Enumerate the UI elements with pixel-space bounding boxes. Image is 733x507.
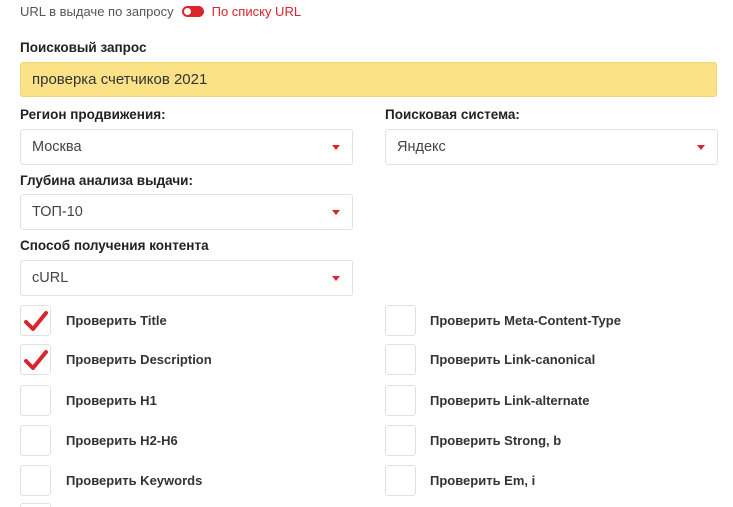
region-value: Москва <box>32 139 82 155</box>
method-heading: Способ получения контента <box>20 238 209 253</box>
search-engine-select[interactable]: Яндекс <box>385 129 718 165</box>
checkmark-icon <box>24 311 48 331</box>
check-link-alternate-checkbox[interactable] <box>385 385 416 416</box>
depth-value: ТОП-10 <box>32 204 83 220</box>
check-keywords-checkbox[interactable] <box>20 465 51 496</box>
chevron-down-icon <box>697 145 705 150</box>
check-meta-content-type-label[interactable]: Проверить Meta-Content-Type <box>430 313 621 329</box>
check-strong-label[interactable]: Проверить Strong, b <box>430 433 561 449</box>
url-by-query-label[interactable]: URL в выдаче по запросу <box>20 4 174 19</box>
check-link-canonical-label[interactable]: Проверить Link-canonical <box>430 352 595 368</box>
depth-select[interactable]: ТОП-10 <box>20 194 353 230</box>
check-h1-label[interactable]: Проверить H1 <box>66 393 157 409</box>
search-query-input[interactable]: проверка счетчиков 2021 <box>20 62 717 97</box>
region-heading: Регион продвижения: <box>20 107 166 122</box>
check-h2-h6-label[interactable]: Проверить H2-H6 <box>66 433 178 449</box>
url-mode-row: URL в выдаче по запросу По списку URL <box>20 4 301 19</box>
check-description-checkbox[interactable] <box>20 344 51 375</box>
check-strong-checkbox[interactable] <box>385 425 416 456</box>
check-description-label[interactable]: Проверить Description <box>66 352 212 368</box>
check-link-canonical-checkbox[interactable] <box>385 344 416 375</box>
url-mode-toggle[interactable] <box>181 6 204 17</box>
check-em-checkbox[interactable] <box>385 465 416 496</box>
check-h2-h6-checkbox[interactable] <box>20 425 51 456</box>
content-method-select[interactable]: cURL <box>20 260 353 296</box>
check-title-checkbox[interactable] <box>20 305 51 336</box>
check-h1-checkbox[interactable] <box>20 385 51 416</box>
method-value: cURL <box>32 270 69 286</box>
chevron-down-icon <box>332 276 340 281</box>
engine-heading: Поисковая система: <box>385 107 520 122</box>
chevron-down-icon <box>332 210 340 215</box>
check-em-label[interactable]: Проверить Em, i <box>430 473 535 489</box>
check-title-label[interactable]: Проверить Title <box>66 313 167 329</box>
check-meta-content-type-checkbox[interactable] <box>385 305 416 336</box>
query-heading: Поисковый запрос <box>20 40 147 55</box>
chevron-down-icon <box>332 145 340 150</box>
url-by-list-label[interactable]: По списку URL <box>212 4 301 19</box>
region-select[interactable]: Москва <box>20 129 353 165</box>
check-link-alternate-label[interactable]: Проверить Link-alternate <box>430 393 589 409</box>
toggle-knob <box>183 8 191 15</box>
next-checkbox-partial[interactable] <box>20 503 51 507</box>
depth-heading: Глубина анализа выдачи: <box>20 173 193 188</box>
checkmark-icon <box>24 350 48 370</box>
engine-value: Яндекс <box>397 139 446 155</box>
check-keywords-label[interactable]: Проверить Keywords <box>66 473 202 489</box>
